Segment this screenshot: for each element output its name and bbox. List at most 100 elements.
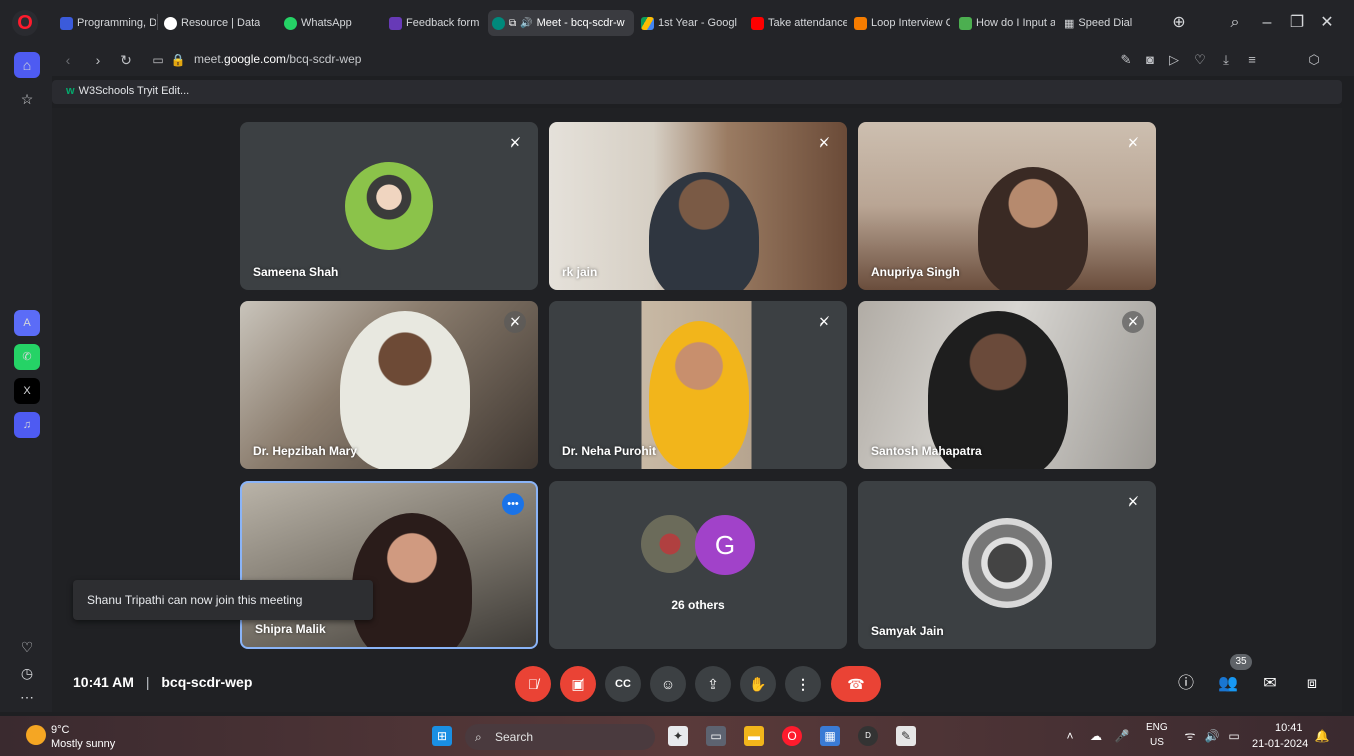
notes-icon[interactable]: ✎ — [896, 726, 916, 746]
separator: | — [145, 674, 150, 690]
mic-tray-icon[interactable]: 🎤 — [1112, 726, 1132, 746]
tab-whatsapp[interactable]: WhatsApp — [280, 10, 380, 36]
participant-video — [649, 172, 759, 290]
star-icon[interactable]: ☆ — [14, 86, 40, 112]
reload-icon[interactable]: ↻ — [116, 50, 136, 70]
more-options-icon[interactable]: ••• — [502, 493, 524, 515]
present-button[interactable]: ⇪ — [695, 666, 731, 702]
aria-icon[interactable]: A — [14, 310, 40, 336]
participant-tile[interactable]: ✕̸ Sameena Shah — [240, 122, 538, 290]
meeting-time: 10:41 AM — [73, 674, 134, 690]
lock-icon[interactable]: 🔒 — [168, 50, 188, 70]
leave-call-button[interactable]: ☎ — [831, 666, 881, 702]
tab-drive[interactable]: 1st Year - Google — [637, 10, 737, 36]
history-icon[interactable]: ◷ — [14, 660, 40, 686]
onedrive-icon[interactable]: ☁ — [1086, 726, 1106, 746]
mic-off-button[interactable]: 🎙̸ — [515, 666, 551, 702]
activities-icon[interactable]: ⧈ — [1298, 670, 1326, 698]
people-icon[interactable]: 👥 — [1214, 670, 1242, 698]
participant-video — [649, 321, 749, 469]
wifi-icon[interactable]: ᯤ — [1180, 726, 1200, 746]
browser-tab-bar: O Programming, D Resource | Data S Whats… — [0, 0, 1354, 44]
raise-hand-button[interactable]: ✋ — [740, 666, 776, 702]
emoji-button[interactable]: ☺ — [650, 666, 686, 702]
taskbar-search[interactable]: ⌕ Search — [465, 724, 655, 750]
tab-feedback-form[interactable]: Feedback form — [385, 10, 485, 36]
forward-icon[interactable]: › — [88, 50, 108, 70]
edit-icon[interactable]: ✎ — [1116, 50, 1136, 70]
info-icon[interactable]: ⓘ — [1172, 670, 1200, 698]
tab-speed-dial[interactable]: ▦ Speed Dial — [1060, 10, 1150, 36]
tab-attendance[interactable]: Take attendance — [747, 10, 847, 36]
tab-programming[interactable]: Programming, D — [56, 10, 156, 36]
join-notification: Shanu Tripathi can now join this meeting — [73, 580, 373, 620]
minimize-icon[interactable]: – — [1254, 10, 1280, 36]
avatar — [641, 515, 699, 573]
home-icon[interactable]: ⌂ — [14, 52, 40, 78]
menu-icon[interactable]: ≡ — [1242, 50, 1262, 70]
others-count-label: 26 others — [671, 598, 725, 612]
task-view-icon[interactable]: ▭ — [706, 726, 726, 746]
copilot-icon[interactable]: ✦ — [668, 726, 688, 746]
windows-start-icon[interactable]: ⊞ — [432, 726, 452, 746]
camera-indicator-icon[interactable]: ▭ — [148, 50, 168, 70]
file-explorer-icon[interactable]: ▬ — [744, 726, 764, 746]
speaker-icon[interactable]: 🔊 — [520, 18, 532, 29]
clock-date[interactable]: 21-01-2024 — [1252, 738, 1308, 750]
participant-name: rk jain — [562, 265, 598, 279]
url-field[interactable]: meet.google.com/bcq-scdr-wep — [194, 52, 361, 66]
participant-name: Dr. Neha Purohit — [562, 444, 657, 458]
x-twitter-icon[interactable]: X — [14, 378, 40, 404]
search-tabs-icon[interactable]: ⌕ — [1222, 10, 1248, 36]
extensions-icon[interactable]: ⬡ — [1304, 50, 1324, 70]
whatsapp-sidebar-icon[interactable]: ✆ — [14, 344, 40, 370]
participant-tile[interactable]: ✕̸ Dr. Neha Purohit — [549, 301, 847, 469]
participant-tile[interactable]: ✕̸ Santosh Mahapatra — [858, 301, 1156, 469]
participant-tile[interactable]: ✕̸ Anupriya Singh — [858, 122, 1156, 290]
notification-bell-icon[interactable]: 🔔 — [1312, 726, 1332, 746]
chevron-up-icon[interactable]: ˄ — [1060, 726, 1080, 746]
captions-button[interactable]: CC — [605, 666, 641, 702]
opera-taskbar-icon[interactable]: O — [782, 726, 802, 746]
language-indicator[interactable]: ENG — [1146, 722, 1168, 733]
participant-tile[interactable]: ••• Shipra Malik — [240, 481, 538, 649]
new-tab-button[interactable]: ⊕ — [1166, 10, 1192, 36]
heart-icon[interactable]: ♡ — [14, 634, 40, 660]
back-icon[interactable]: ‹ — [58, 50, 78, 70]
avatar — [345, 162, 433, 250]
tab-favicon-icon — [959, 16, 972, 30]
participant-video — [978, 167, 1088, 290]
muted-mic-icon: ✕̸ — [818, 314, 830, 329]
restore-icon[interactable]: ❐ — [1284, 10, 1310, 36]
weather-sun-icon[interactable] — [26, 725, 46, 745]
clock-time[interactable]: 10:41 — [1275, 722, 1303, 734]
volume-icon[interactable]: 🔊 — [1202, 726, 1222, 746]
tab-meet[interactable]: ⧉ 🔊 Meet - bcq-scdr-w — [488, 10, 634, 36]
pip-icon[interactable]: ⧉ — [509, 18, 516, 29]
participant-tile[interactable]: ✕̸ rk jain — [549, 122, 847, 290]
camera-off-button[interactable]: ▣̸ — [560, 666, 596, 702]
muted-mic-icon: ✕̸ — [1127, 494, 1139, 509]
heart-icon[interactable]: ♡ — [1190, 50, 1210, 70]
send-icon[interactable]: ▷ — [1164, 50, 1184, 70]
participant-count-badge: 35 — [1230, 654, 1252, 670]
dell-icon[interactable]: D — [858, 726, 878, 746]
more-options-button[interactable]: ⋮ — [785, 666, 821, 702]
others-tile[interactable]: G 26 others — [549, 481, 847, 649]
download-icon[interactable]: ⤓ — [1216, 50, 1236, 70]
tab-loop-interview[interactable]: Loop Interview C — [850, 10, 950, 36]
bookmark-w3schools[interactable]: w W3Schools Tryit Edit... — [66, 85, 189, 97]
participant-tile[interactable]: ✕̸ Dr. Hepzibah Mary — [240, 301, 538, 469]
battery-icon[interactable]: ▭ — [1224, 726, 1244, 746]
tab-label: WhatsApp — [301, 17, 352, 29]
more-options-icon[interactable]: ⋯ — [14, 684, 40, 710]
chat-icon[interactable]: ✉ — [1256, 670, 1284, 698]
participant-tile[interactable]: ✕̸ Samyak Jain — [858, 481, 1156, 649]
tab-how-do-i[interactable]: How do I Input a — [955, 10, 1055, 36]
opera-logo-icon[interactable]: O — [12, 10, 38, 36]
snapshot-icon[interactable]: ◙ — [1140, 50, 1160, 70]
store-icon[interactable]: ▦ — [820, 726, 840, 746]
music-icon[interactable]: ♫ — [14, 412, 40, 438]
close-icon[interactable]: ✕ — [1314, 10, 1340, 36]
tab-resource[interactable]: Resource | Data S — [160, 10, 260, 36]
